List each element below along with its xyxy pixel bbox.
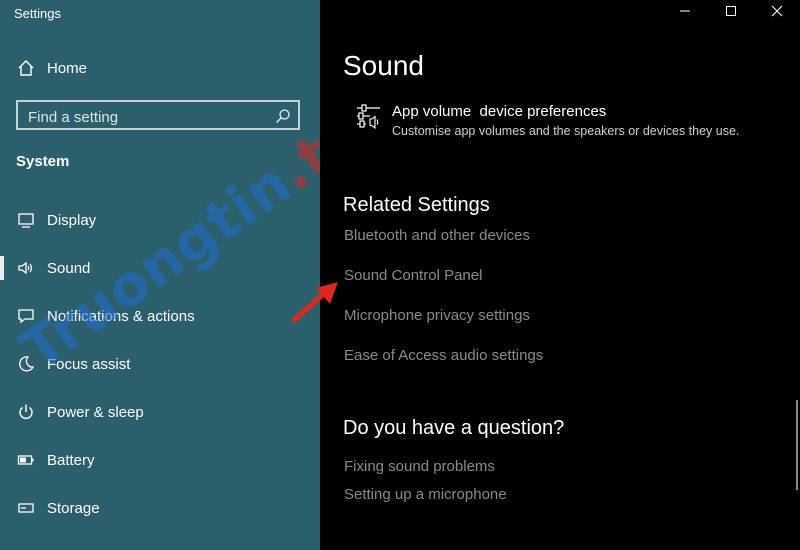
sidebar-item-label: Notifications & actions (47, 307, 195, 325)
close-button[interactable] (754, 0, 800, 26)
search-input[interactable] (26, 106, 270, 128)
sidebar-item-label: Battery (47, 451, 95, 469)
power-icon (16, 402, 36, 422)
sidebar-item-label: Power & sleep (47, 403, 144, 421)
notification-icon (16, 306, 36, 326)
link-sound-control-panel[interactable]: Sound Control Panel (344, 267, 482, 284)
sidebar-item-display[interactable]: Display (0, 200, 320, 240)
sidebar-item-storage[interactable]: Storage (0, 488, 320, 528)
minimize-button[interactable] (662, 0, 708, 26)
link-fixing-sound[interactable]: Fixing sound problems (344, 458, 495, 475)
scrollbar[interactable] (796, 400, 798, 490)
sidebar-item-power-sleep[interactable]: Power & sleep (0, 392, 320, 432)
page-title: Sound (343, 50, 424, 81)
sidebar-item-battery[interactable]: Battery (0, 440, 320, 480)
nav-home-label: Home (47, 59, 88, 77)
sidebar: Settings Home System Display Sound Notif… (0, 0, 320, 550)
close-icon (771, 4, 783, 22)
link-microphone-privacy[interactable]: Microphone privacy settings (344, 307, 530, 324)
related-settings-title: Related Settings (343, 194, 490, 216)
sidebar-item-label: Focus assist (47, 355, 131, 373)
storage-icon (16, 498, 36, 518)
home-icon (16, 58, 36, 78)
sliders-speaker-icon (356, 104, 382, 130)
sidebar-item-notifications[interactable]: Notifications & actions (0, 296, 320, 336)
app-volume-subtitle: Customise app volumes and the speakers o… (392, 124, 740, 138)
question-title: Do you have a question? (343, 417, 565, 439)
sidebar-item-label: Sound (47, 259, 91, 277)
app-volume-title: App volume device preferences (392, 103, 607, 120)
sidebar-item-focus-assist[interactable]: Focus assist (0, 344, 320, 384)
maximize-icon (725, 4, 737, 22)
display-icon (16, 210, 36, 230)
minimize-icon (679, 4, 691, 22)
nav-home[interactable]: Home (0, 48, 320, 88)
speaker-icon (16, 258, 36, 278)
battery-icon (16, 450, 36, 470)
link-ease-of-access-audio[interactable]: Ease of Access audio settings (344, 347, 543, 364)
app-title: Settings (14, 6, 61, 21)
sidebar-item-label: Storage (47, 499, 100, 517)
section-title-system: System (16, 153, 70, 170)
watermark-part2: .top (266, 75, 320, 204)
moon-icon (16, 354, 36, 374)
sidebar-item-label: Display (47, 211, 97, 229)
link-bluetooth[interactable]: Bluetooth and other devices (344, 227, 530, 244)
maximize-button[interactable] (708, 0, 754, 26)
app-volume-link[interactable]: App volume device preferences Customise … (356, 100, 776, 144)
red-arrow-annotation (291, 282, 338, 323)
sidebar-item-sound[interactable]: Sound (0, 248, 320, 288)
main-panel: Sound App volume device preferences Cust… (320, 0, 800, 550)
link-setting-up-microphone[interactable]: Setting up a microphone (344, 486, 507, 503)
search-icon[interactable] (274, 107, 292, 125)
search-box[interactable] (16, 100, 300, 130)
